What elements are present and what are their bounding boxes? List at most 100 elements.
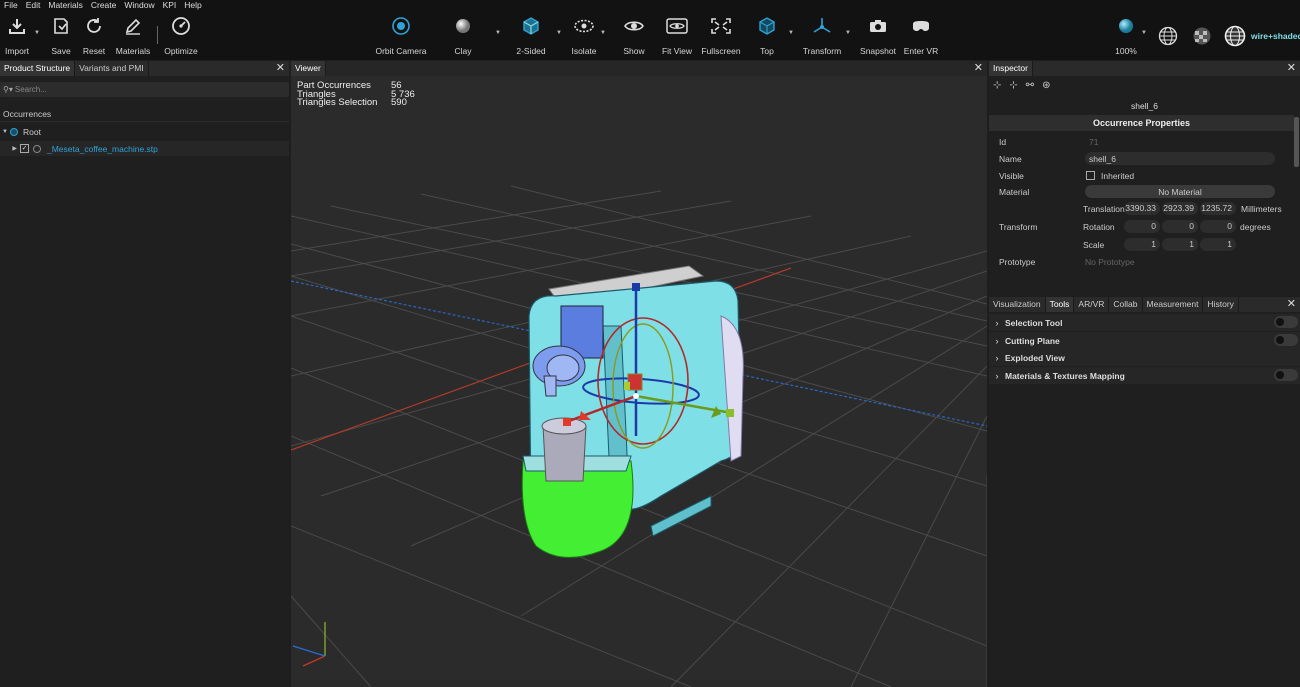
wire-shaded-globe-icon[interactable] <box>1224 25 1246 49</box>
scale-x-input[interactable]: 1 <box>1124 238 1160 251</box>
prop-visible-label: Visible <box>999 170 1024 181</box>
orbit-camera-label: Orbit Camera <box>375 46 427 56</box>
menu-kpi[interactable]: KPI <box>159 0 181 11</box>
menu-bar: File Edit Materials Create Window KPI He… <box>0 0 1300 11</box>
search-input[interactable]: ⚲▾ Search... <box>0 82 289 97</box>
add-child-icon[interactable]: ⊹ <box>993 80 1001 91</box>
wireframe-globe-icon[interactable] <box>1158 26 1178 48</box>
close-icon[interactable]: ✕ <box>1287 297 1296 312</box>
inspector-tabbar: Inspector <box>989 61 1300 76</box>
menu-file[interactable]: File <box>0 0 22 11</box>
optimize-button[interactable]: Optimize <box>151 15 211 56</box>
prop-visible: Visible Inherited <box>989 167 1289 184</box>
checker-sphere-icon[interactable] <box>1192 26 1212 48</box>
stat-row: Triangles Selection 590 <box>297 97 415 108</box>
inherited-checkbox[interactable] <box>1086 171 1095 180</box>
inspector-scrollbar[interactable] <box>1294 117 1299 167</box>
tab-viewer[interactable]: Viewer <box>291 61 326 76</box>
chevron-right-icon: › <box>995 317 999 328</box>
tree-label-root: Root <box>23 126 41 137</box>
add-sibling-icon[interactable]: ⊹ <box>1009 80 1017 91</box>
tab-tools[interactable]: Tools <box>1045 297 1075 312</box>
coffee-machine-model[interactable] <box>521 265 744 558</box>
rotation-x-input[interactable]: 0 <box>1124 220 1160 233</box>
material-select[interactable]: No Material <box>1085 185 1275 198</box>
tool-exploded-view[interactable]: › Exploded View <box>989 349 1300 366</box>
zoom-dropdown-icon[interactable]: ▼ <box>1141 30 1147 36</box>
selected-occurrence-name: shell_6 <box>1131 101 1158 111</box>
camera-icon <box>867 15 889 37</box>
inspector-actions: ⊹ ⊹ ⚯ ⊛ <box>993 80 1051 91</box>
scene-stats: Part Occurrences 56 Triangles 5 736 Triang… <box>297 81 415 108</box>
product-structure-panel: Product Structure Variants and PMI ✕ ⚲▾ … <box>0 61 289 687</box>
expand-right-icon[interactable]: ▶ <box>0 145 20 152</box>
orbit-camera-button[interactable]: Orbit Camera <box>371 15 431 56</box>
target-icon[interactable]: ⊛ <box>1042 80 1050 91</box>
two-sided-button[interactable]: 2-Sided <box>501 15 561 56</box>
viewport-canvas[interactable] <box>291 76 987 687</box>
tool-selection[interactable]: › Selection Tool <box>989 314 1300 331</box>
import-label: Import <box>4 46 30 56</box>
prop-prototype: Prototype No Prototype <box>989 253 1289 270</box>
translation-unit: Millimeters <box>1241 204 1282 214</box>
materials-mapping-toggle[interactable] <box>1274 369 1298 381</box>
tool-cutting-plane[interactable]: › Cutting Plane <box>989 332 1300 349</box>
scale-z-input[interactable]: 1 <box>1200 238 1236 251</box>
enter-vr-label: Enter VR <box>903 46 939 56</box>
cube-icon <box>520 15 542 37</box>
tree-row-root[interactable]: ▼ Root <box>0 124 289 139</box>
link-icon[interactable]: ⚯ <box>1026 80 1034 91</box>
materials-label: Materials <box>115 46 151 56</box>
scale-y-input[interactable]: 1 <box>1162 238 1198 251</box>
expand-down-icon[interactable]: ▼ <box>0 129 10 135</box>
viewer-tabbar: Viewer <box>291 61 987 76</box>
tool-selection-label: Selection Tool <box>1005 317 1063 328</box>
translation-y-input[interactable]: 2923.39 <box>1162 202 1198 215</box>
menu-materials[interactable]: Materials <box>44 0 86 11</box>
download-icon <box>6 15 28 37</box>
menu-window[interactable]: Window <box>120 0 158 11</box>
enter-vr-button[interactable]: Enter VR <box>891 15 951 56</box>
render-mode-label[interactable]: wire+shaded <box>1251 31 1300 41</box>
cutting-plane-toggle[interactable] <box>1274 334 1298 346</box>
stat-key: Triangles Selection <box>297 97 378 108</box>
tool-materials-mapping[interactable]: › Materials & Textures Mapping <box>989 367 1300 384</box>
edit-pencil-icon <box>122 15 144 37</box>
close-icon[interactable]: ✕ <box>1287 61 1296 76</box>
rotation-label: Rotation <box>1083 222 1115 232</box>
tab-product-structure[interactable]: Product Structure <box>0 61 76 76</box>
name-input[interactable]: shell_6 <box>1085 152 1275 165</box>
menu-create[interactable]: Create <box>87 0 121 11</box>
menu-help[interactable]: Help <box>180 0 205 11</box>
tab-variants-pmi[interactable]: Variants and PMI <box>75 61 149 76</box>
transform-button[interactable]: Transform <box>792 15 852 56</box>
prop-id-value: 71 <box>1089 136 1099 147</box>
chevron-right-icon: › <box>995 352 999 363</box>
tab-visualization[interactable]: Visualization <box>989 297 1046 312</box>
close-icon[interactable]: ✕ <box>974 61 983 76</box>
rotation-z-input[interactable]: 0 <box>1200 220 1236 233</box>
clay-button[interactable]: Clay <box>433 15 493 56</box>
translation-x-input[interactable]: 3390.33 <box>1124 202 1160 215</box>
isolate-eye-icon <box>573 15 595 37</box>
rotation-y-input[interactable]: 0 <box>1162 220 1198 233</box>
zoom-button[interactable]: 100% <box>1096 15 1156 56</box>
tab-history[interactable]: History <box>1203 297 1239 312</box>
tab-collab[interactable]: Collab <box>1109 297 1143 312</box>
zoom-label: 100% <box>1115 46 1137 56</box>
close-icon[interactable]: ✕ <box>276 61 285 76</box>
viewer-panel[interactable]: Viewer ✕ Part Occurrences 56 Triangles 5… <box>291 61 987 687</box>
selection-tool-toggle[interactable] <box>1274 316 1298 328</box>
translation-z-input[interactable]: 1235.72 <box>1200 202 1236 215</box>
tab-ar-vr[interactable]: AR/VR <box>1074 297 1110 312</box>
material-value: No Material <box>1158 186 1202 197</box>
tab-inspector[interactable]: Inspector <box>989 61 1033 76</box>
transform-label: Transform <box>802 46 842 56</box>
top-view-label: Top <box>760 46 774 56</box>
tree-row-coffee-machine[interactable]: ▶ ✓ _Meseta_coffee_machine.stp <box>0 141 289 156</box>
menu-edit[interactable]: Edit <box>22 0 45 11</box>
tab-measurement[interactable]: Measurement <box>1143 297 1204 312</box>
prototype-value[interactable]: No Prototype <box>1085 257 1135 267</box>
visibility-checkbox[interactable]: ✓ <box>20 144 29 153</box>
axes-icon <box>811 15 833 37</box>
